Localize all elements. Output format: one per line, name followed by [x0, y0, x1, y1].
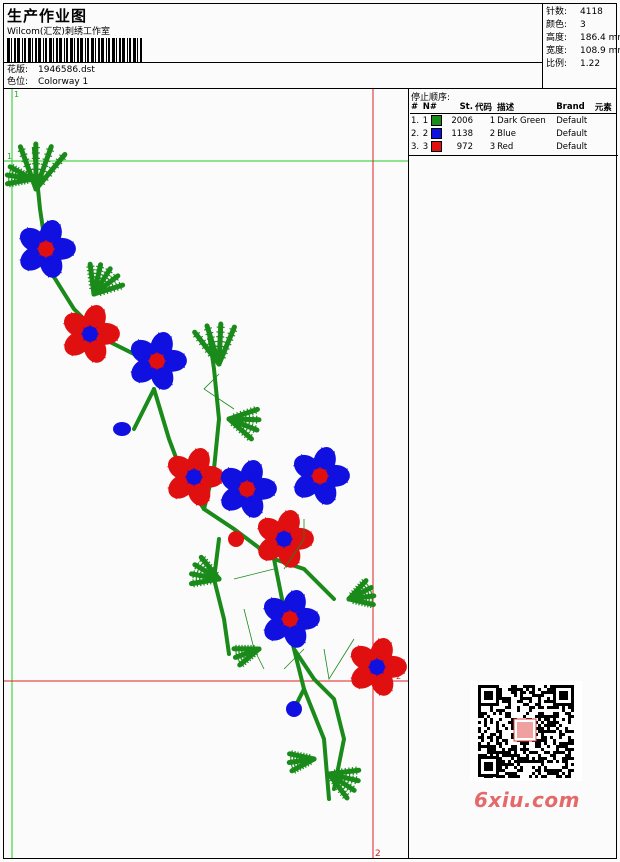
embroidery-preview: 1 1 2 2 [4, 89, 408, 858]
header-divider [4, 62, 542, 63]
leaf-spray [193, 324, 236, 364]
barcode [7, 38, 144, 62]
stop-row[interactable]: 2.2 11382BlueDefault [410, 127, 616, 140]
leaf-spray [329, 767, 359, 799]
col-n: N# [422, 101, 447, 114]
row-n: 2 [422, 127, 447, 140]
stat-height: 高度:186.4 mm [546, 32, 618, 45]
row-brand: Default [555, 114, 594, 128]
row-index: 1. [410, 114, 422, 128]
design-value: 1946586.dst [38, 65, 95, 75]
leaf-spray [229, 406, 259, 440]
flower [253, 507, 314, 571]
row-code: 3 [474, 140, 496, 153]
flower [126, 329, 187, 393]
row-desc: Red [496, 140, 555, 153]
colorway-value: Colorway 1 [38, 77, 88, 87]
flower [259, 587, 320, 651]
color-swatch [431, 141, 442, 152]
row-code: 1 [474, 114, 496, 128]
row-element [594, 127, 616, 140]
col-brand: Brand [555, 101, 594, 114]
stats-box: 针数:4118 颜色:3 高度:186.4 mm 宽度:108.9 mm 比例:… [542, 4, 618, 88]
stop-sequence-table: # N# St. 代码 描述 Brand 元素 1.1 20061Dark Gr… [410, 101, 616, 153]
colorway-label: 色位: [7, 76, 38, 88]
stat-stitches: 针数:4118 [546, 6, 618, 19]
qr-code [470, 681, 582, 781]
row-stitches: 1138 [446, 127, 474, 140]
stat-colors: 颜色:3 [546, 19, 618, 32]
row-index: 3. [410, 140, 422, 153]
stat-scale: 比例:1.22 [546, 58, 618, 71]
col-hash: # [410, 101, 422, 114]
row-stitches: 972 [446, 140, 474, 153]
flower-group [15, 217, 407, 717]
bud [286, 701, 302, 717]
design-label: 花版: [7, 64, 38, 76]
guide-marker-1: 1 [14, 90, 19, 99]
bud [113, 422, 131, 436]
row-code: 2 [474, 127, 496, 140]
flower [346, 635, 407, 699]
flower [289, 444, 350, 508]
row-brand: Default [555, 140, 594, 153]
design-info: 花版:1946586.dst 色位:Colorway 1 [7, 64, 95, 88]
row-stitches: 2006 [446, 114, 474, 128]
color-swatch [431, 115, 442, 126]
row-n: 1 [422, 114, 447, 128]
row-brand: Default [555, 127, 594, 140]
leaf-spray [86, 264, 122, 296]
flower [59, 302, 120, 366]
col-st: St. [446, 101, 474, 114]
row-desc: Blue [496, 127, 555, 140]
col-desc: 描述 [496, 101, 555, 114]
col-element: 元素 [594, 101, 616, 114]
bud [228, 531, 244, 547]
guide-marker-1b: 1 [7, 152, 12, 161]
stop-sequence-body: 1.1 20061Dark GreenDefault2.2 11382BlueD… [410, 114, 616, 154]
color-swatch [431, 128, 442, 139]
flower [216, 457, 277, 521]
leaf-spray [289, 750, 314, 773]
stop-row[interactable]: 3.3 9723RedDefault [410, 140, 616, 153]
panel-divider [409, 155, 618, 156]
page-title: 生产作业图 [7, 5, 87, 26]
row-element [594, 140, 616, 153]
stop-row[interactable]: 1.1 20061Dark GreenDefault [410, 114, 616, 128]
stat-width: 宽度:108.9 mm [546, 45, 618, 58]
row-n: 3 [422, 140, 447, 153]
company-name: Wilcom(汇宏)刺绣工作室 [7, 24, 110, 37]
watermark-logo: 6xiu.com [474, 788, 580, 812]
row-desc: Dark Green [496, 114, 555, 128]
leaf-spray [234, 645, 259, 667]
flower [15, 217, 76, 281]
design-canvas: 1 1 2 2 [3, 88, 409, 859]
header-panel: 生产作业图 Wilcom(汇宏)刺绣工作室 花版:1946586.dst 色位:… [3, 3, 617, 89]
guide-marker-2: 2 [375, 849, 381, 858]
col-code: 代码 [474, 101, 496, 114]
leaf-spray [349, 579, 374, 608]
row-index: 2. [410, 127, 422, 140]
row-element [594, 114, 616, 128]
